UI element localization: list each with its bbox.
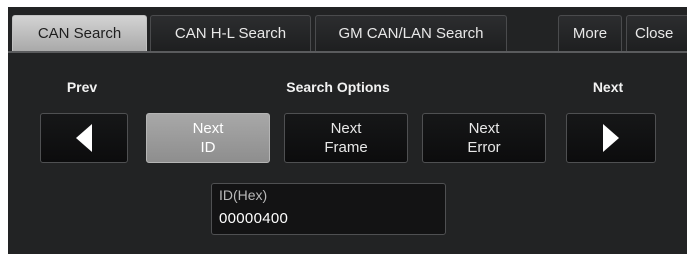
button-line2: Frame [324,139,368,156]
search-options-heading: Search Options [286,79,390,95]
next-button[interactable] [566,113,656,163]
id-hex-value: 00000400 [219,210,289,227]
next-id-button[interactable]: Next ID [146,113,270,163]
left-arrow-icon [76,124,92,152]
close-label: Close [635,25,674,42]
tab-can-hl-search[interactable]: CAN H-L Search [150,15,311,51]
id-hex-field[interactable]: ID(Hex) 00000400 [211,183,446,235]
prev-button[interactable] [40,113,128,163]
can-search-panel: CAN Search CAN H-L Search GM CAN/LAN Sea… [8,7,687,254]
close-button[interactable]: Close [626,15,687,51]
more-button[interactable]: More [558,15,622,51]
next-frame-button[interactable]: Next Frame [284,113,408,163]
button-line2: ID [200,139,216,156]
tab-gm-can-lan-search[interactable]: GM CAN/LAN Search [315,15,507,51]
tab-can-search[interactable]: CAN Search [12,15,147,51]
button-line1: Next [330,120,362,137]
button-line1: Next [468,120,500,137]
button-line2: Error [467,139,501,156]
prev-heading: Prev [66,79,98,95]
right-arrow-icon [603,124,619,152]
more-label: More [572,25,608,42]
tab-label: CAN Search [37,25,122,42]
next-heading: Next [592,79,624,95]
tab-divider [8,51,687,53]
id-hex-label: ID(Hex) [219,187,268,203]
tab-label: CAN H-L Search [174,25,287,42]
next-error-button[interactable]: Next Error [422,113,546,163]
button-line1: Next [192,120,224,137]
tab-label: GM CAN/LAN Search [338,25,484,42]
